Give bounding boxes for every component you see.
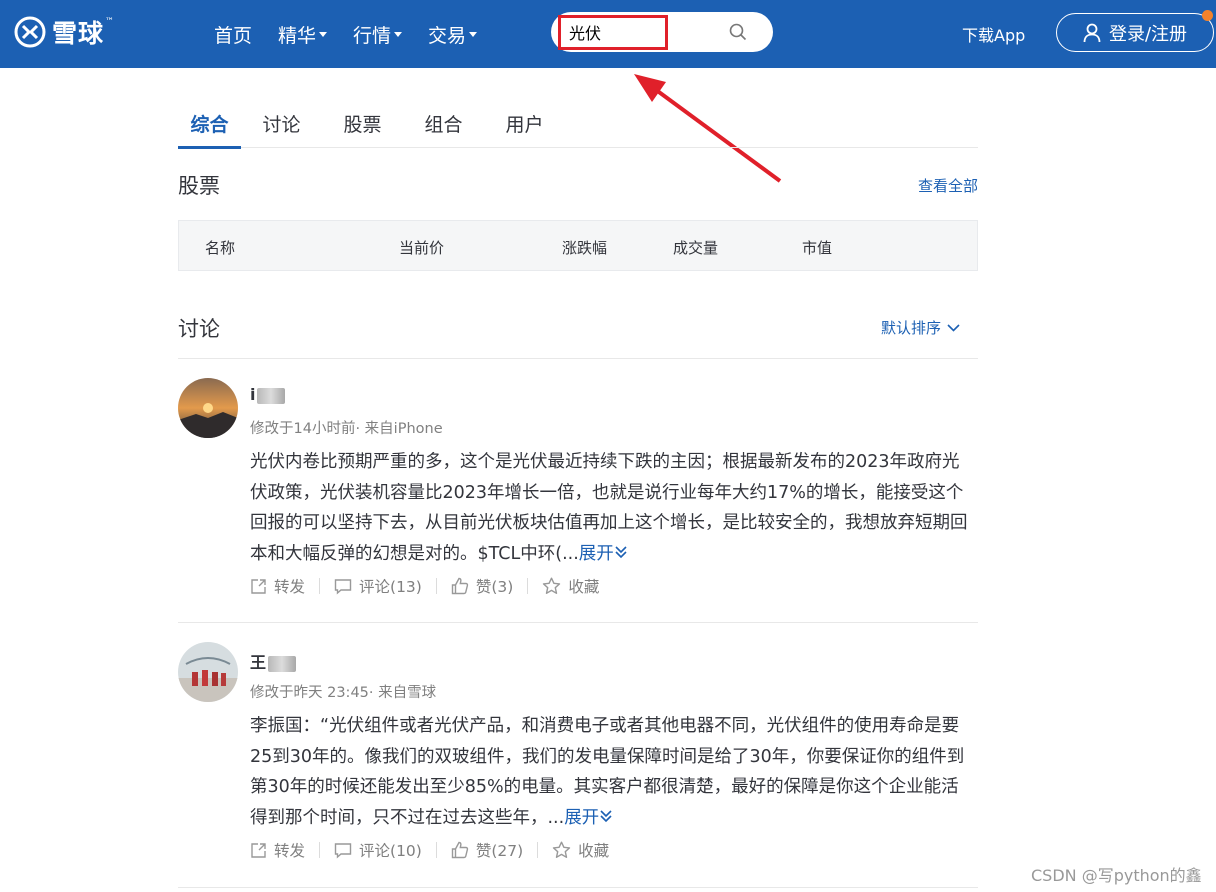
favorite-label: 收藏 — [578, 842, 610, 860]
post-meta: 修改于14小时前· 来自iPhone — [250, 421, 443, 437]
notification-dot — [1202, 10, 1213, 21]
like-label: 赞(3) — [475, 578, 514, 596]
caret-down-icon — [319, 31, 328, 37]
tab-stocks[interactable]: 股票 — [322, 100, 403, 148]
login-register-button[interactable]: 登录/注册 — [1056, 13, 1214, 52]
like-button[interactable]: 赞(27) — [451, 839, 523, 861]
username-visible: 王 — [250, 653, 267, 672]
like-button[interactable]: 赞(3) — [451, 575, 513, 597]
star-icon — [552, 841, 571, 858]
column-header[interactable]: 涨跌幅 — [562, 237, 607, 258]
trademark: ™ — [105, 17, 115, 27]
column-header[interactable]: 成交量 — [673, 237, 718, 258]
expand-link[interactable]: 展开 — [579, 544, 628, 564]
repost-button[interactable]: 转发 — [250, 575, 305, 597]
column-header[interactable]: 当前价 — [399, 237, 444, 258]
repost-label: 转发 — [274, 578, 306, 596]
blurred-username — [257, 387, 286, 404]
double-chevron-down-icon — [615, 545, 627, 558]
favorite-button[interactable]: 收藏 — [542, 575, 599, 597]
xueqiu-logo[interactable]: 雪球 ™ — [14, 14, 114, 50]
expand-link[interactable]: 展开 — [564, 808, 613, 828]
divider — [319, 578, 321, 594]
stocks-title: 股票 — [178, 174, 220, 198]
comment-icon — [334, 842, 352, 859]
favorite-button[interactable]: 收藏 — [552, 839, 609, 861]
divider — [319, 842, 321, 858]
star-icon — [543, 577, 561, 594]
user-icon — [1083, 23, 1101, 42]
tab-discussion[interactable]: 讨论 — [241, 100, 322, 148]
tab-overview[interactable]: 综合 — [178, 100, 241, 149]
result-tabs: 综合 讨论 股票 组合 用户 — [178, 100, 978, 149]
divider — [527, 578, 529, 594]
nav-label: 首页 — [214, 24, 253, 47]
blurred-username — [268, 655, 297, 672]
search-icon[interactable] — [729, 23, 747, 41]
post-item: i 修改于14小时前· 来自iPhone 光伏内卷比预期严重的多，这个是光伏最近… — [178, 359, 978, 623]
divider — [537, 842, 539, 858]
comment-label: 评论(10) — [359, 842, 422, 860]
view-all-link[interactable]: 查看全部 — [918, 175, 978, 196]
caret-down-icon — [394, 31, 403, 37]
username-visible: i — [250, 385, 256, 404]
post-actions: 转发 评论(10) 赞(27) 收藏 — [250, 839, 609, 861]
snowball-logo-icon — [14, 16, 46, 48]
share-icon — [251, 578, 266, 594]
expand-label: 展开 — [578, 543, 614, 564]
username[interactable]: i — [250, 385, 286, 404]
nav-trade[interactable]: 交易 — [428, 21, 478, 48]
double-chevron-down-icon — [600, 809, 612, 822]
nav-market[interactable]: 行情 — [353, 21, 403, 48]
nav-home[interactable]: 首页 — [214, 21, 252, 48]
nav-label: 精华 — [278, 24, 317, 47]
post-content: 光伏内卷比预期严重的多，这个是光伏最近持续下跌的主因；根据最新发布的2023年政… — [250, 447, 972, 569]
column-header[interactable]: 市值 — [802, 237, 832, 258]
like-label: 赞(27) — [475, 842, 524, 860]
thumbs-up-icon — [451, 841, 469, 859]
share-icon — [251, 842, 266, 858]
nav-featured[interactable]: 精华 — [278, 21, 328, 48]
nav-label: 行情 — [353, 24, 392, 47]
repost-button[interactable]: 转发 — [250, 839, 305, 861]
stock-table-header: 名称 当前价 涨跌幅 成交量 市值 — [178, 220, 978, 271]
avatar[interactable] — [178, 378, 238, 438]
tab-users[interactable]: 用户 — [484, 100, 565, 148]
discussion-section-header: 讨论 默认排序 — [178, 271, 978, 359]
comment-button[interactable]: 评论(13) — [334, 575, 422, 597]
comment-icon — [334, 578, 352, 595]
comment-label: 评论(13) — [359, 578, 422, 596]
post-content: 李振国：“光伏组件或者光伏产品，和消费电子或者其他电器不同，光伏组件的使用寿命是… — [250, 711, 972, 833]
stocks-section-header: 股票 查看全部 — [178, 148, 978, 220]
group-photo-avatar-image — [178, 642, 238, 702]
divider — [435, 842, 437, 858]
post-item: 王 修改于昨天 23:45· 来自雪球 李振国：“光伏组件或者光伏产品，和消费电… — [178, 623, 978, 888]
expand-label: 展开 — [564, 807, 600, 828]
post-actions: 转发 评论(13) 赞(3) 收藏 — [250, 575, 599, 597]
sunset-avatar-image — [178, 378, 238, 438]
search-results: 综合 讨论 股票 组合 用户 股票 查看全部 名称 当前价 涨跌幅 成交量 市值… — [178, 100, 978, 888]
discussion-title: 讨论 — [178, 317, 220, 341]
column-header[interactable]: 名称 — [205, 237, 235, 258]
nav-label: 交易 — [428, 24, 467, 47]
post-meta: 修改于昨天 23:45· 来自雪球 — [250, 685, 437, 701]
divider — [435, 578, 437, 594]
main-nav: 首页 精华 行情 交易 — [214, 0, 503, 68]
favorite-label: 收藏 — [568, 578, 600, 596]
username[interactable]: 王 — [250, 649, 297, 673]
chevron-down-icon — [947, 323, 960, 332]
download-app-link[interactable]: 下载App — [962, 22, 1025, 46]
sort-dropdown[interactable]: 默认排序 — [881, 317, 960, 338]
csdn-watermark: CSDN @写python的鑫哥 — [1031, 866, 1202, 892]
comment-button[interactable]: 评论(10) — [334, 839, 422, 861]
thumbs-up-icon — [451, 577, 469, 595]
sort-label: 默认排序 — [880, 319, 941, 337]
annotation-highlight-box — [558, 15, 668, 50]
tab-portfolios[interactable]: 组合 — [403, 100, 484, 148]
caret-down-icon — [469, 31, 478, 37]
logo-text: 雪球 — [52, 19, 105, 48]
repost-label: 转发 — [274, 842, 306, 860]
login-label: 登录/注册 — [1108, 23, 1188, 45]
avatar[interactable] — [178, 642, 238, 702]
